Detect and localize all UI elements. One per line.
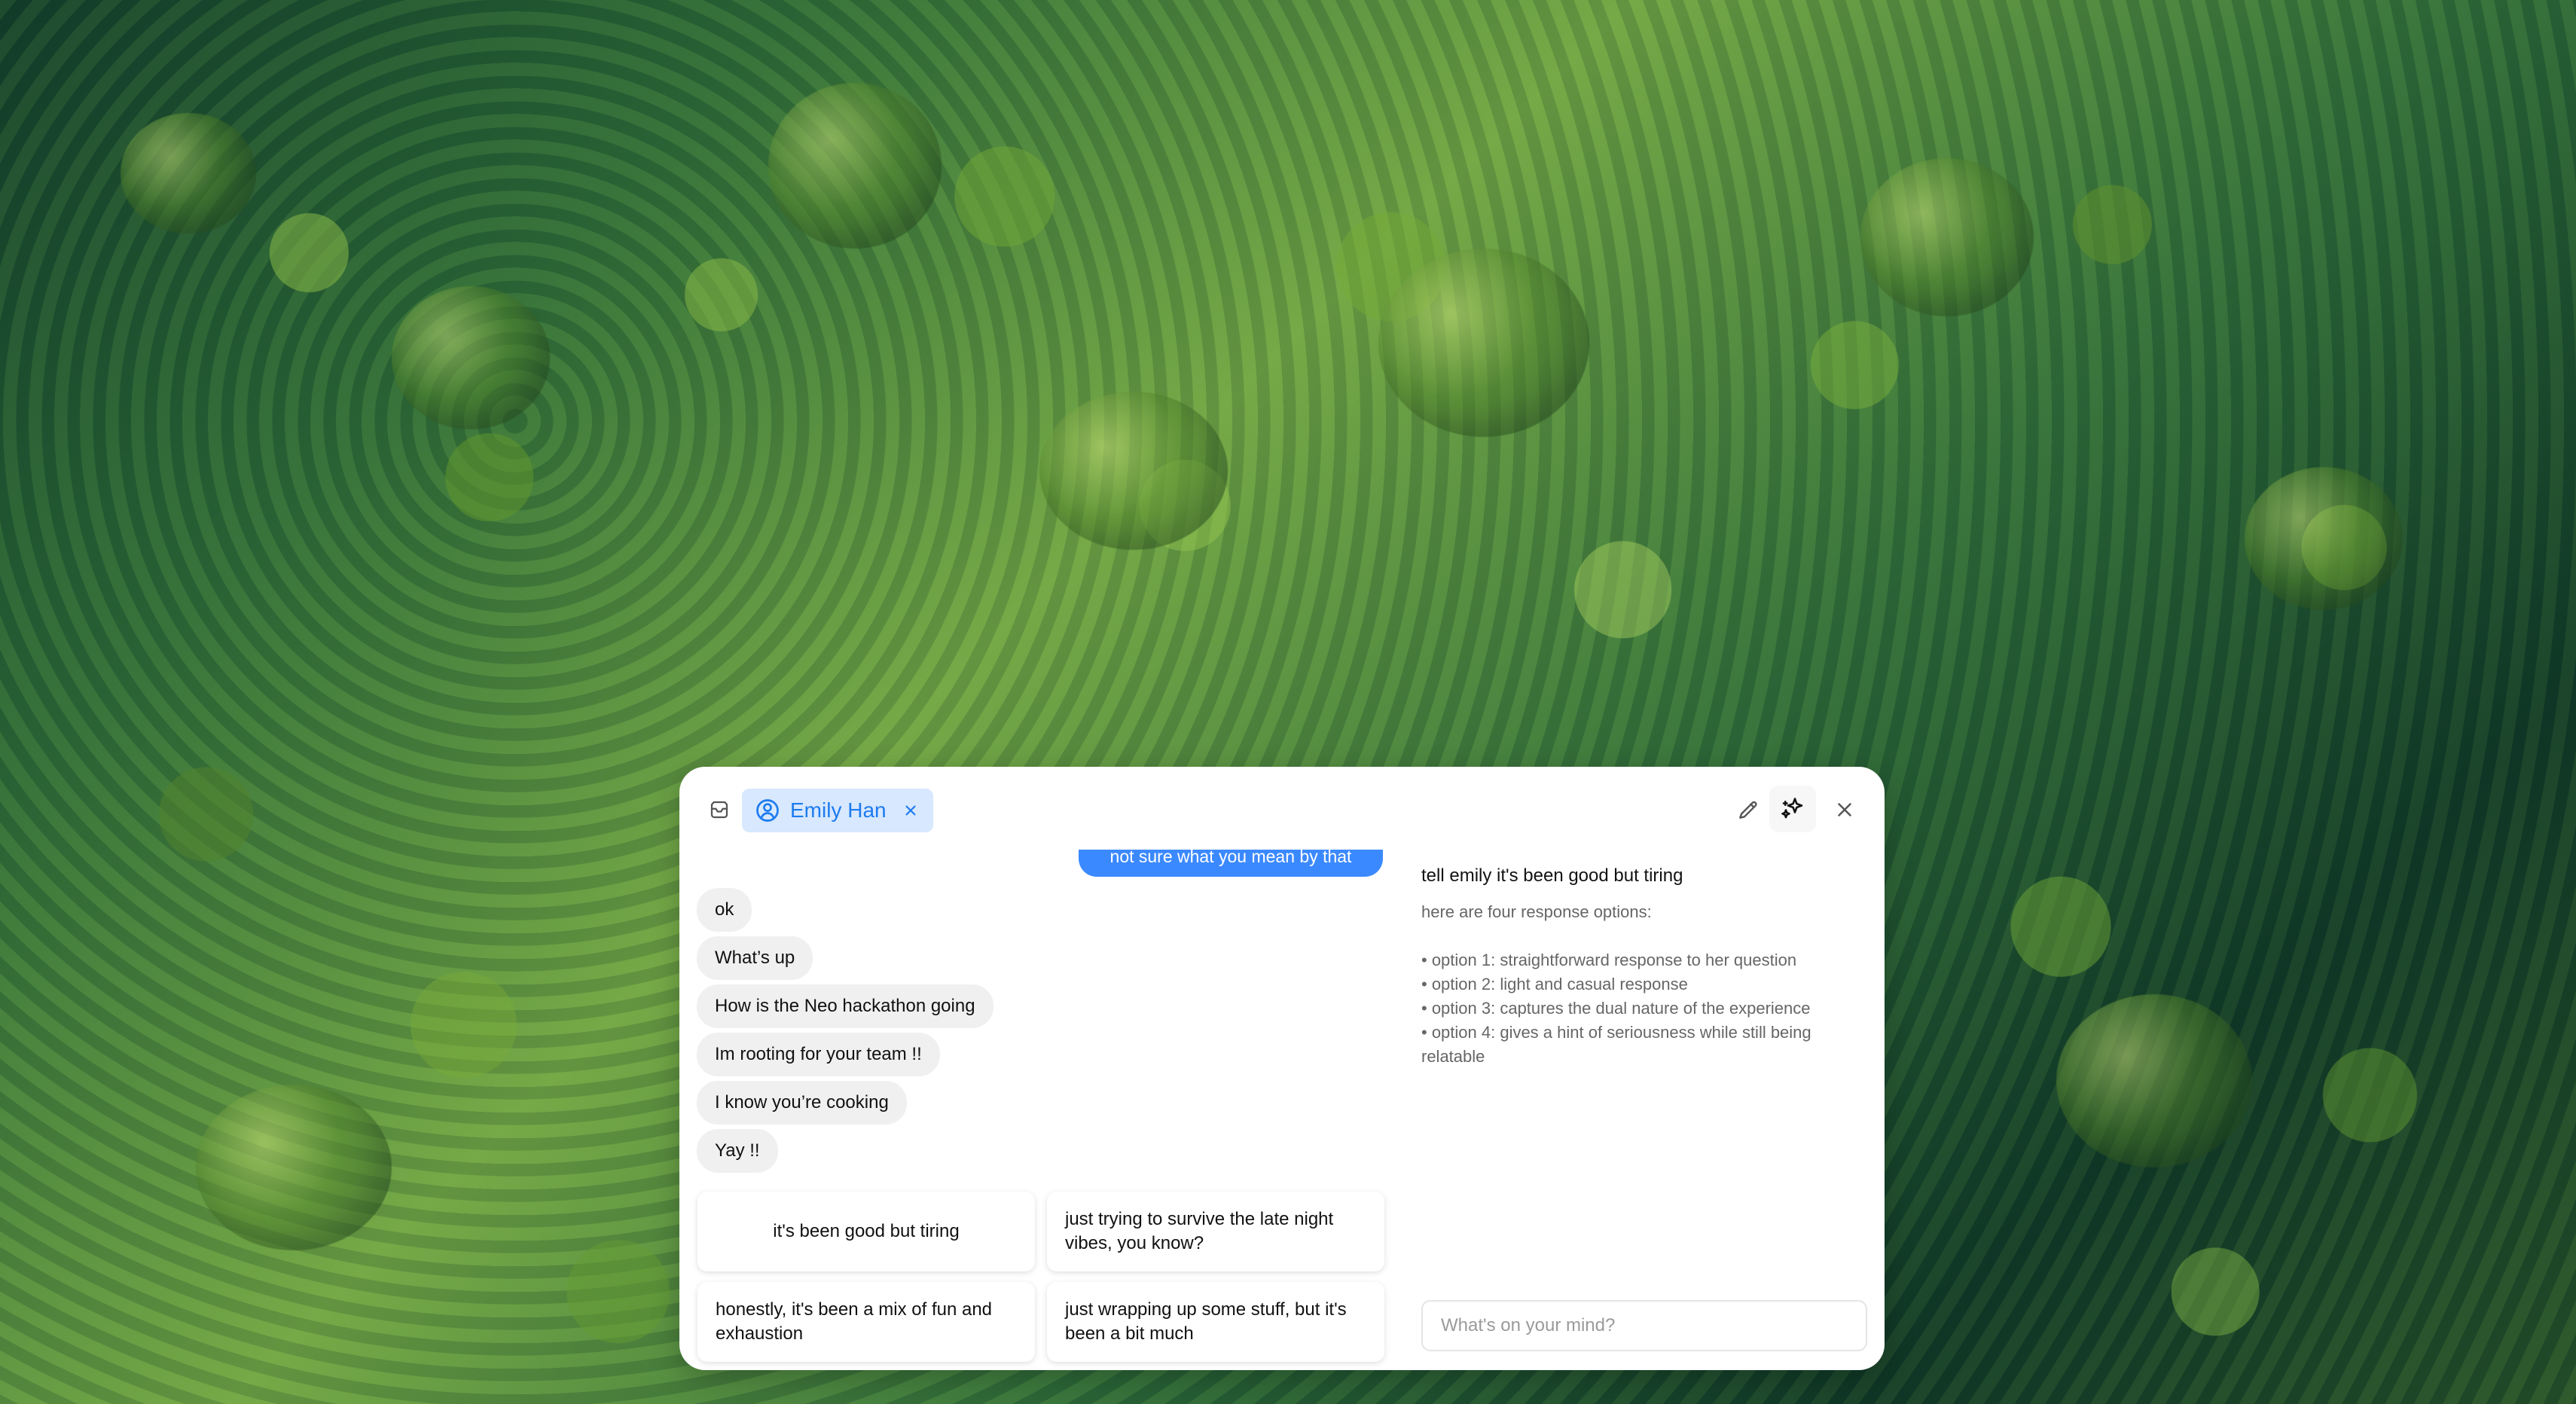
incoming-message: Im rooting for your team !! — [697, 1033, 940, 1076]
inbox-button[interactable] — [697, 788, 741, 832]
response-option: • option 2: light and casual response — [1421, 975, 1688, 993]
incoming-message: I know you’re cooking — [697, 1081, 907, 1125]
edit-button[interactable] — [1726, 788, 1770, 832]
tree-canopy-5 — [1378, 249, 1589, 437]
person-circle-icon — [756, 799, 779, 822]
tree-canopy-7 — [2245, 467, 2403, 610]
contact-chip[interactable]: Emily Han — [742, 789, 933, 832]
incoming-message: How is the Neo hackathon going — [697, 984, 993, 1028]
inbox-icon — [710, 801, 728, 819]
tree-canopy-9 — [2056, 994, 2252, 1167]
list-item: Yay !! — [697, 1129, 1375, 1177]
suggested-replies: it's been good but tiring just trying to… — [697, 1192, 1384, 1365]
response-option: • option 1: straightforward response to … — [1421, 951, 1797, 969]
list-item: I know you’re cooking — [697, 1081, 1375, 1129]
assistant-pane: tell emily it's been good but tiring her… — [1389, 836, 1885, 1370]
tree-canopy-1 — [121, 113, 256, 233]
incoming-message: What’s up — [697, 936, 813, 980]
chat-window: Emily Han not sure what you mean by that… — [679, 767, 1885, 1370]
pencil-icon — [1739, 801, 1757, 819]
message-composer-input[interactable] — [1421, 1300, 1867, 1351]
incoming-message: ok — [697, 888, 752, 932]
contact-name: Emily Han — [790, 798, 887, 822]
tree-canopy-3 — [768, 83, 942, 249]
list-item: ok — [697, 888, 1375, 936]
suggested-reply-button[interactable]: it's been good but tiring — [697, 1192, 1035, 1271]
assistant-prompt: tell emily it's been good but tiring — [1421, 865, 1683, 886]
tree-canopy-4 — [1039, 392, 1228, 550]
message-list: ok What’s up How is the Neo hackathon go… — [697, 888, 1375, 1177]
assistant-response: here are four response options: • option… — [1421, 900, 1866, 1069]
tree-canopy-6 — [1860, 158, 2034, 316]
conversation-pane: not sure what you mean by that ok What’s… — [679, 836, 1389, 1370]
suggested-reply-button[interactable]: honestly, it's been a mix of fun and exh… — [697, 1282, 1035, 1362]
ai-assistant-button[interactable] — [1769, 786, 1816, 832]
tree-canopy-2 — [392, 286, 550, 429]
close-icon — [1838, 803, 1851, 816]
partial-sent-message: not sure what you mean by that — [1079, 850, 1383, 877]
list-item: What’s up — [697, 936, 1375, 984]
list-item: Im rooting for your team !! — [697, 1033, 1375, 1081]
suggested-reply-button[interactable]: just trying to survive the late night vi… — [1047, 1192, 1384, 1271]
response-option: • option 3: captures the dual nature of … — [1421, 999, 1811, 1018]
close-icon[interactable] — [901, 801, 920, 820]
incoming-message: Yay !! — [697, 1129, 778, 1173]
list-item: How is the Neo hackathon going — [697, 984, 1375, 1033]
tree-canopy-8 — [196, 1085, 392, 1250]
sparkles-icon — [1781, 798, 1803, 819]
response-intro: here are four response options: — [1421, 902, 1652, 921]
chat-header: Emily Han — [679, 767, 1885, 836]
response-option: • option 4: gives a hint of seriousness … — [1421, 1023, 1811, 1066]
close-window-button[interactable] — [1823, 788, 1866, 832]
suggested-reply-button[interactable]: just wrapping up some stuff, but it's be… — [1047, 1282, 1384, 1362]
